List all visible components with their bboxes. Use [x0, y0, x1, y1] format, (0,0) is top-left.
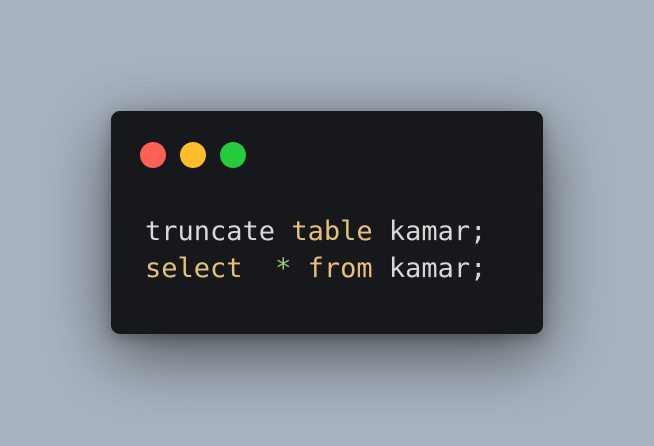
- code-token: truncate: [145, 216, 292, 247]
- minimize-dot-icon[interactable]: [180, 142, 206, 168]
- code-token: select: [145, 253, 243, 284]
- code-line-1: truncate table kamar;: [145, 213, 486, 250]
- window-controls: [140, 142, 246, 168]
- code-token: *: [275, 253, 292, 284]
- maximize-dot-icon[interactable]: [220, 142, 246, 168]
- close-dot-icon[interactable]: [140, 142, 166, 168]
- code-token: table: [291, 216, 373, 247]
- code-window: truncate table kamar; select * from kamar…: [111, 111, 543, 334]
- code-token: kamar;: [372, 216, 487, 247]
- code-token: kamar;: [372, 253, 487, 284]
- code-block: truncate table kamar; select * from kamar…: [145, 213, 486, 287]
- code-token: from: [307, 253, 373, 284]
- code-line-2: select * from kamar;: [145, 250, 486, 287]
